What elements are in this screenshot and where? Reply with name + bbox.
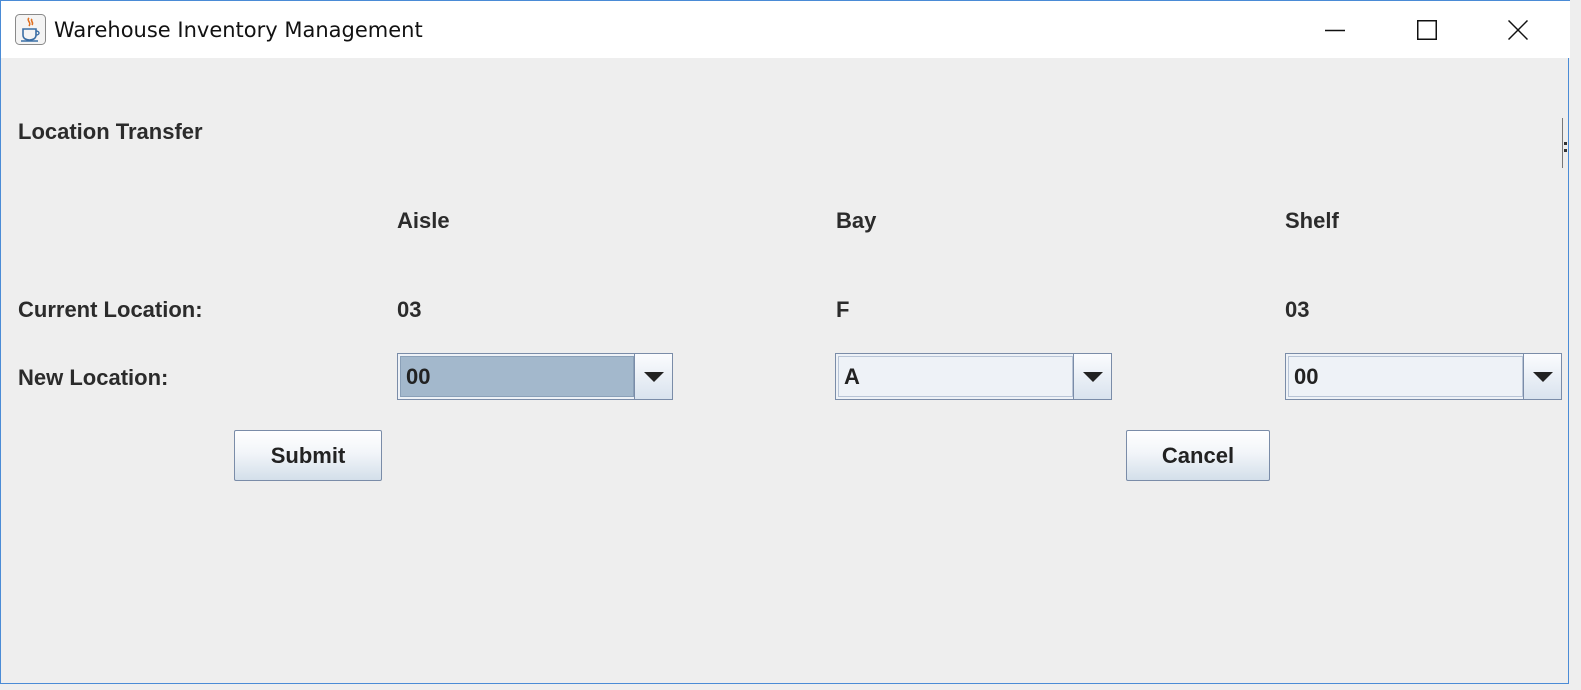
background-window-edge: [1562, 118, 1567, 168]
current-bay-value: F: [836, 297, 850, 322]
form-heading: Location Transfer: [18, 119, 203, 144]
new-bay-dropdown-button[interactable]: [1073, 354, 1111, 399]
current-location-label: Current Location:: [18, 297, 203, 322]
chevron-down-icon: [1083, 372, 1103, 382]
column-header-aisle: Aisle: [397, 208, 450, 233]
app-window: Warehouse Inventory Management Location …: [0, 0, 1570, 684]
new-aisle-dropdown[interactable]: 00: [397, 353, 673, 400]
current-aisle-value: 03: [397, 297, 422, 322]
new-shelf-dropdown[interactable]: 00: [1285, 353, 1562, 400]
title-bar[interactable]: Warehouse Inventory Management: [1, 0, 1570, 58]
current-shelf-value: 03: [1285, 297, 1310, 322]
cancel-button[interactable]: Cancel: [1126, 430, 1270, 481]
new-location-label: New Location:: [18, 365, 169, 390]
chevron-down-icon: [1533, 372, 1553, 382]
new-shelf-value[interactable]: 00: [1288, 356, 1523, 397]
new-aisle-dropdown-button[interactable]: [634, 354, 672, 399]
close-button[interactable]: [1472, 1, 1564, 59]
minimize-icon: [1325, 29, 1345, 32]
column-header-shelf: Shelf: [1285, 208, 1339, 233]
new-bay-value[interactable]: A: [838, 356, 1073, 397]
column-header-bay: Bay: [836, 208, 877, 233]
new-bay-dropdown[interactable]: A: [835, 353, 1112, 400]
minimize-button[interactable]: [1289, 1, 1381, 59]
submit-button[interactable]: Submit: [234, 430, 382, 481]
new-shelf-dropdown-button[interactable]: [1523, 354, 1561, 399]
maximize-icon: [1417, 20, 1437, 40]
java-cup-icon: [15, 14, 46, 45]
maximize-button[interactable]: [1381, 1, 1473, 59]
new-aisle-value[interactable]: 00: [400, 356, 634, 397]
window-title: Warehouse Inventory Management: [54, 18, 423, 42]
close-icon: [1508, 20, 1528, 40]
chevron-down-icon: [644, 372, 664, 382]
